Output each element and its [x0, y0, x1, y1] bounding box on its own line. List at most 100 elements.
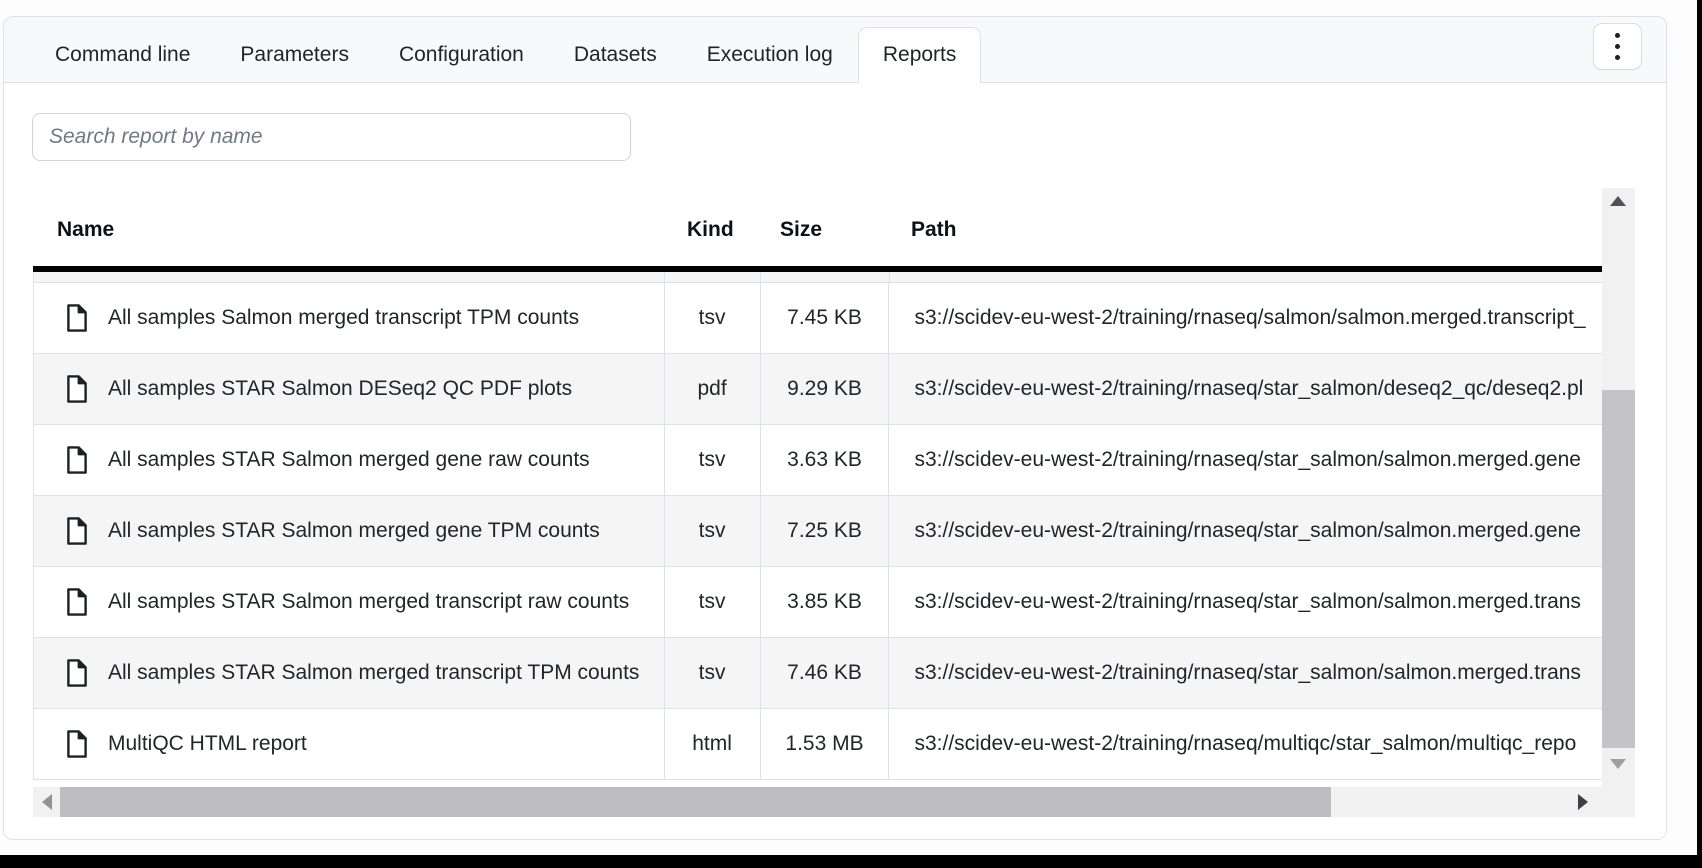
- screen: Command line Parameters Configuration Da…: [0, 0, 1702, 868]
- table-row[interactable]: All samples Salmon merged transcript TPM…: [34, 283, 1602, 354]
- size-cell: 1.53 MB: [760, 709, 889, 779]
- name-cell: All samples STAR Salmon merged transcrip…: [34, 638, 664, 708]
- size-cell: 3.63 KB: [760, 425, 889, 495]
- report-kind: tsv: [699, 306, 726, 330]
- scroll-right-icon[interactable]: [1578, 794, 1588, 810]
- column-header-path: Path: [911, 217, 957, 243]
- tab-datasets[interactable]: Datasets: [549, 27, 682, 82]
- report-size: 7.25 KB: [787, 519, 862, 543]
- size-cell: 7.46 KB: [760, 638, 889, 708]
- table-row[interactable]: MultiQC HTML report html 1.53 MB s3://sc…: [34, 709, 1602, 780]
- kind-cell: tsv: [664, 567, 760, 637]
- report-kind: pdf: [697, 377, 726, 401]
- tab-command-line[interactable]: Command line: [30, 27, 215, 82]
- table-row[interactable]: All samples STAR Salmon DESeq2 QC PDF pl…: [34, 354, 1602, 425]
- report-path: s3://scidev-eu-west-2/training/rnaseq/sa…: [914, 306, 1585, 330]
- report-name: All samples STAR Salmon merged transcrip…: [108, 590, 629, 614]
- screen-edge: [0, 855, 1702, 868]
- tab-label: Reports: [883, 43, 957, 67]
- report-name: All samples Salmon merged transcript TPM…: [108, 306, 579, 330]
- kind-cell: tsv: [664, 283, 760, 353]
- tab-label: Command line: [55, 43, 190, 67]
- scroll-up-icon[interactable]: [1610, 196, 1626, 206]
- kind-cell: html: [664, 709, 760, 779]
- tab-label: Parameters: [240, 43, 349, 67]
- report-name: MultiQC HTML report: [108, 732, 307, 756]
- more-options-button[interactable]: [1593, 23, 1642, 70]
- path-cell: s3://scidev-eu-west-2/training/rnaseq/st…: [888, 496, 1602, 566]
- path-cell: s3://scidev-eu-west-2/training/rnaseq/sa…: [888, 283, 1602, 353]
- size-cell: 9.29 KB: [760, 354, 889, 424]
- report-kind: tsv: [699, 661, 726, 685]
- kind-cell: tsv: [664, 638, 760, 708]
- file-icon: [66, 517, 88, 545]
- report-path: s3://scidev-eu-west-2/training/rnaseq/mu…: [914, 732, 1576, 756]
- size-cell: 7.45 KB: [760, 283, 889, 353]
- name-cell: All samples Salmon merged transcript TPM…: [34, 283, 664, 353]
- report-name: All samples STAR Salmon merged gene TPM …: [108, 519, 600, 543]
- path-cell: s3://scidev-eu-west-2/training/rnaseq/st…: [888, 567, 1602, 637]
- report-path: s3://scidev-eu-west-2/training/rnaseq/st…: [914, 519, 1581, 543]
- vertical-scrollbar-thumb[interactable]: [1602, 390, 1635, 748]
- table-row[interactable]: All samples STAR Salmon merged transcrip…: [34, 638, 1602, 709]
- kebab-menu-icon: [1615, 55, 1620, 60]
- column-divider: [664, 272, 665, 282]
- tab-reports[interactable]: Reports: [858, 27, 982, 83]
- tab-bar: Command line Parameters Configuration Da…: [4, 17, 1666, 83]
- report-size: 3.85 KB: [787, 590, 862, 614]
- scroll-down-icon[interactable]: [1610, 759, 1626, 769]
- file-icon: [66, 659, 88, 687]
- report-size: 1.53 MB: [785, 732, 863, 756]
- kind-cell: pdf: [664, 354, 760, 424]
- report-size: 9.29 KB: [787, 377, 862, 401]
- search-input[interactable]: [32, 113, 631, 161]
- table-row[interactable]: All samples STAR Salmon merged gene raw …: [34, 425, 1602, 496]
- partially-visible-row: [33, 272, 1602, 283]
- tab-configuration[interactable]: Configuration: [374, 27, 549, 82]
- file-icon: [66, 588, 88, 616]
- kebab-menu-icon: [1615, 44, 1620, 49]
- column-divider: [760, 272, 761, 282]
- report-size: 7.46 KB: [787, 661, 862, 685]
- table-row[interactable]: All samples STAR Salmon merged transcrip…: [34, 567, 1602, 638]
- report-kind: tsv: [699, 448, 726, 472]
- name-cell: All samples STAR Salmon merged transcrip…: [34, 567, 664, 637]
- kind-cell: tsv: [664, 496, 760, 566]
- file-icon: [66, 304, 88, 332]
- kind-cell: tsv: [664, 425, 760, 495]
- size-cell: 3.85 KB: [760, 567, 889, 637]
- horizontal-scrollbar-thumb[interactable]: [60, 787, 1331, 817]
- column-header-size: Size: [780, 217, 822, 243]
- report-path: s3://scidev-eu-west-2/training/rnaseq/st…: [914, 590, 1580, 614]
- report-kind: html: [692, 732, 732, 756]
- column-divider: [889, 272, 890, 282]
- report-kind: tsv: [699, 590, 726, 614]
- path-cell: s3://scidev-eu-west-2/training/rnaseq/st…: [888, 638, 1602, 708]
- tab-execution-log[interactable]: Execution log: [682, 27, 858, 82]
- kebab-menu-icon: [1615, 33, 1620, 38]
- tab-parameters[interactable]: Parameters: [215, 27, 374, 82]
- column-header-name: Name: [57, 217, 114, 243]
- name-cell: MultiQC HTML report: [34, 709, 664, 779]
- name-cell: All samples STAR Salmon merged gene raw …: [34, 425, 664, 495]
- report-path: s3://scidev-eu-west-2/training/rnaseq/st…: [914, 448, 1581, 472]
- report-name: All samples STAR Salmon DESeq2 QC PDF pl…: [108, 377, 572, 401]
- path-cell: s3://scidev-eu-west-2/training/rnaseq/st…: [888, 425, 1602, 495]
- report-name: All samples STAR Salmon merged transcrip…: [108, 661, 639, 685]
- report-size: 3.63 KB: [787, 448, 862, 472]
- tab-label: Datasets: [574, 43, 657, 67]
- file-icon: [66, 446, 88, 474]
- scroll-left-icon[interactable]: [42, 794, 52, 810]
- file-icon: [66, 730, 88, 758]
- name-cell: All samples STAR Salmon DESeq2 QC PDF pl…: [34, 354, 664, 424]
- report-name: All samples STAR Salmon merged gene raw …: [108, 448, 590, 472]
- file-icon: [66, 375, 88, 403]
- name-cell: All samples STAR Salmon merged gene TPM …: [34, 496, 664, 566]
- path-cell: s3://scidev-eu-west-2/training/rnaseq/st…: [888, 354, 1602, 424]
- screen-edge: [1697, 0, 1702, 868]
- size-cell: 7.25 KB: [760, 496, 889, 566]
- table-body: All samples Salmon merged transcript TPM…: [33, 283, 1602, 780]
- report-size: 7.45 KB: [787, 306, 862, 330]
- report-kind: tsv: [699, 519, 726, 543]
- table-row[interactable]: All samples STAR Salmon merged gene TPM …: [34, 496, 1602, 567]
